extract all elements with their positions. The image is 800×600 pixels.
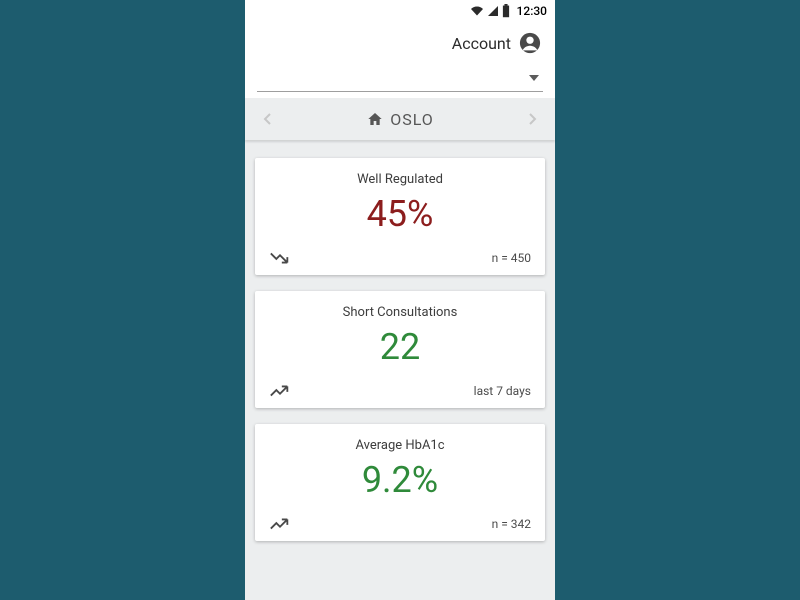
- account-button[interactable]: Account: [245, 22, 555, 64]
- trending-up-icon: [269, 384, 291, 398]
- battery-icon: [502, 4, 510, 18]
- status-time: 12:30: [517, 4, 547, 18]
- home-icon: [366, 111, 384, 127]
- signal-icon: [487, 5, 499, 17]
- status-bar: 12:30: [245, 0, 555, 22]
- trending-down-icon: [269, 251, 291, 265]
- trending-up-icon: [269, 517, 291, 531]
- wifi-icon: [470, 5, 484, 17]
- metric-title: Average HbA1c: [269, 438, 531, 453]
- prev-location-button[interactable]: [255, 109, 279, 129]
- metric-title: Short Consultations: [269, 305, 531, 320]
- dropdown-row: [245, 64, 555, 98]
- metric-footer: n = 450: [492, 251, 531, 265]
- metric-card-average-hba1c[interactable]: Average HbA1c 9.2% n = 342: [255, 424, 545, 541]
- chevron-down-icon: [529, 75, 539, 81]
- location-center[interactable]: OSLO: [366, 110, 434, 129]
- metric-value: 22: [269, 326, 531, 368]
- dropdown-select[interactable]: [257, 64, 543, 92]
- account-label: Account: [452, 34, 511, 53]
- location-label: OSLO: [390, 110, 434, 129]
- location-bar: OSLO: [245, 98, 555, 140]
- metric-footer: n = 342: [492, 517, 531, 531]
- metric-value: 9.2%: [269, 459, 531, 501]
- metric-value: 45%: [269, 193, 531, 235]
- next-location-button[interactable]: [521, 109, 545, 129]
- metric-title: Well Regulated: [269, 172, 531, 187]
- account-icon: [519, 32, 541, 54]
- metric-footer: last 7 days: [474, 384, 531, 398]
- phone-frame: 12:30 Account OSLO Well Regulated 45%: [245, 0, 555, 600]
- metric-card-well-regulated[interactable]: Well Regulated 45% n = 450: [255, 158, 545, 275]
- metric-card-short-consultations[interactable]: Short Consultations 22 last 7 days: [255, 291, 545, 408]
